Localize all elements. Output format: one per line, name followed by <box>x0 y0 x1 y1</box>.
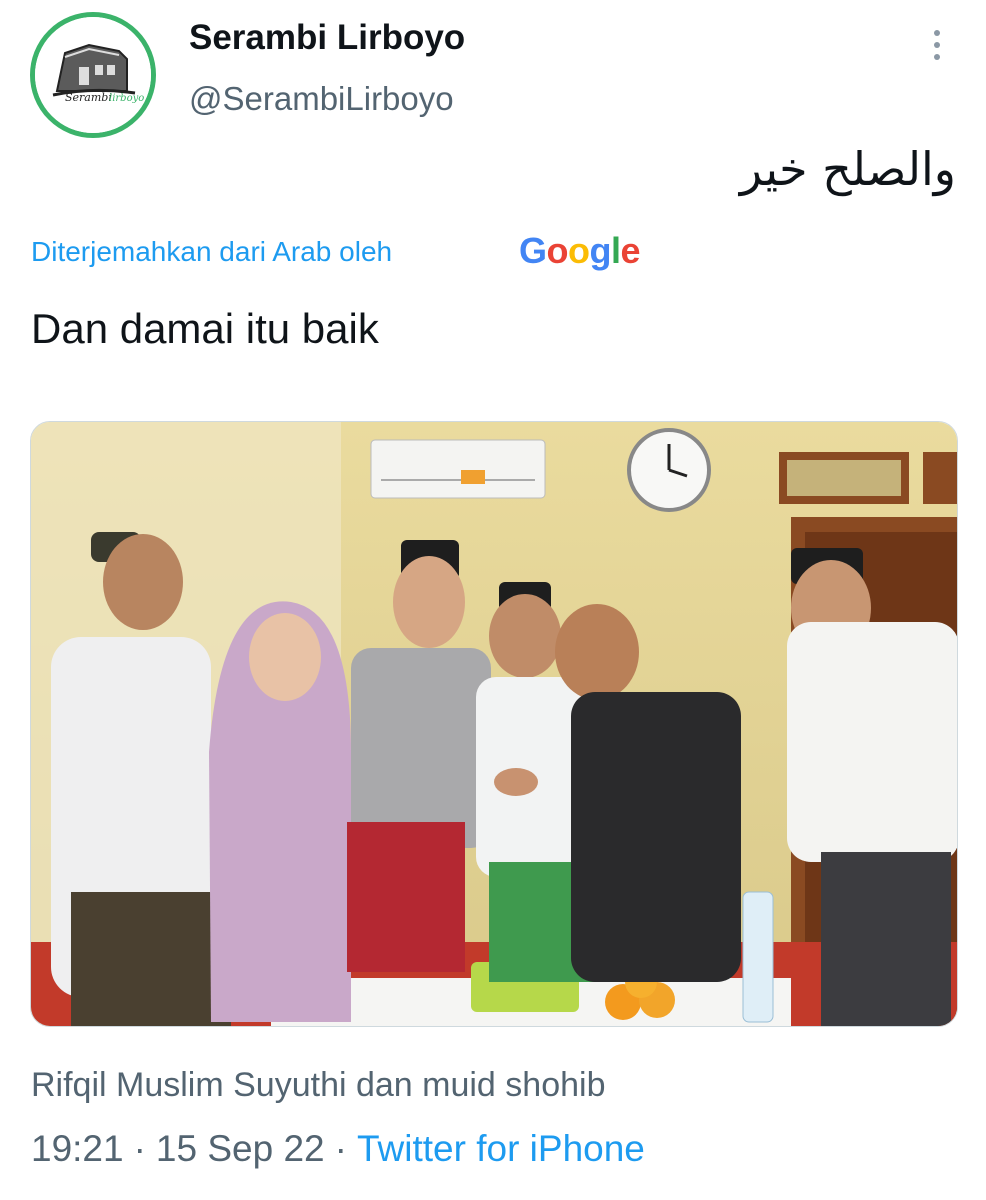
more-options-button[interactable] <box>920 20 954 70</box>
display-name[interactable]: Serambi Lirboyo <box>189 18 465 58</box>
tweet-time[interactable]: 19:21 <box>31 1128 124 1169</box>
svg-text:Serambi: Serambi <box>65 91 112 104</box>
tweet-media-photo[interactable] <box>30 421 958 1027</box>
serambi-lirboyo-logo-icon: Serambi lirboyo <box>35 17 151 133</box>
translation-label[interactable]: Diterjemahkan dari Arab oleh <box>31 236 392 268</box>
media-caption: Rifqil Muslim Suyuthi dan muid shohib <box>31 1066 606 1104</box>
separator: · <box>334 1128 347 1169</box>
avatar[interactable]: Serambi lirboyo <box>30 12 156 138</box>
tweet-translated-text: Dan damai itu baik <box>31 305 379 352</box>
tweet-source-link[interactable]: Twitter for iPhone <box>357 1128 645 1169</box>
user-handle[interactable]: @SerambiLirboyo <box>189 80 454 118</box>
separator: · <box>133 1128 146 1169</box>
tweet-original-text: والصلح خير <box>739 142 956 196</box>
google-logo: Google <box>519 230 641 271</box>
vertical-ellipsis-icon <box>934 30 940 36</box>
tweet-header: Serambi lirboyo Serambi Lirboyo @Serambi… <box>0 0 986 140</box>
svg-text:lirboyo: lirboyo <box>109 93 144 104</box>
tweet-metadata: 19:21 · 15 Sep 22 · Twitter for iPhone <box>31 1128 645 1170</box>
tweet-date[interactable]: 15 Sep 22 <box>156 1128 325 1169</box>
photo-image <box>31 422 957 1026</box>
